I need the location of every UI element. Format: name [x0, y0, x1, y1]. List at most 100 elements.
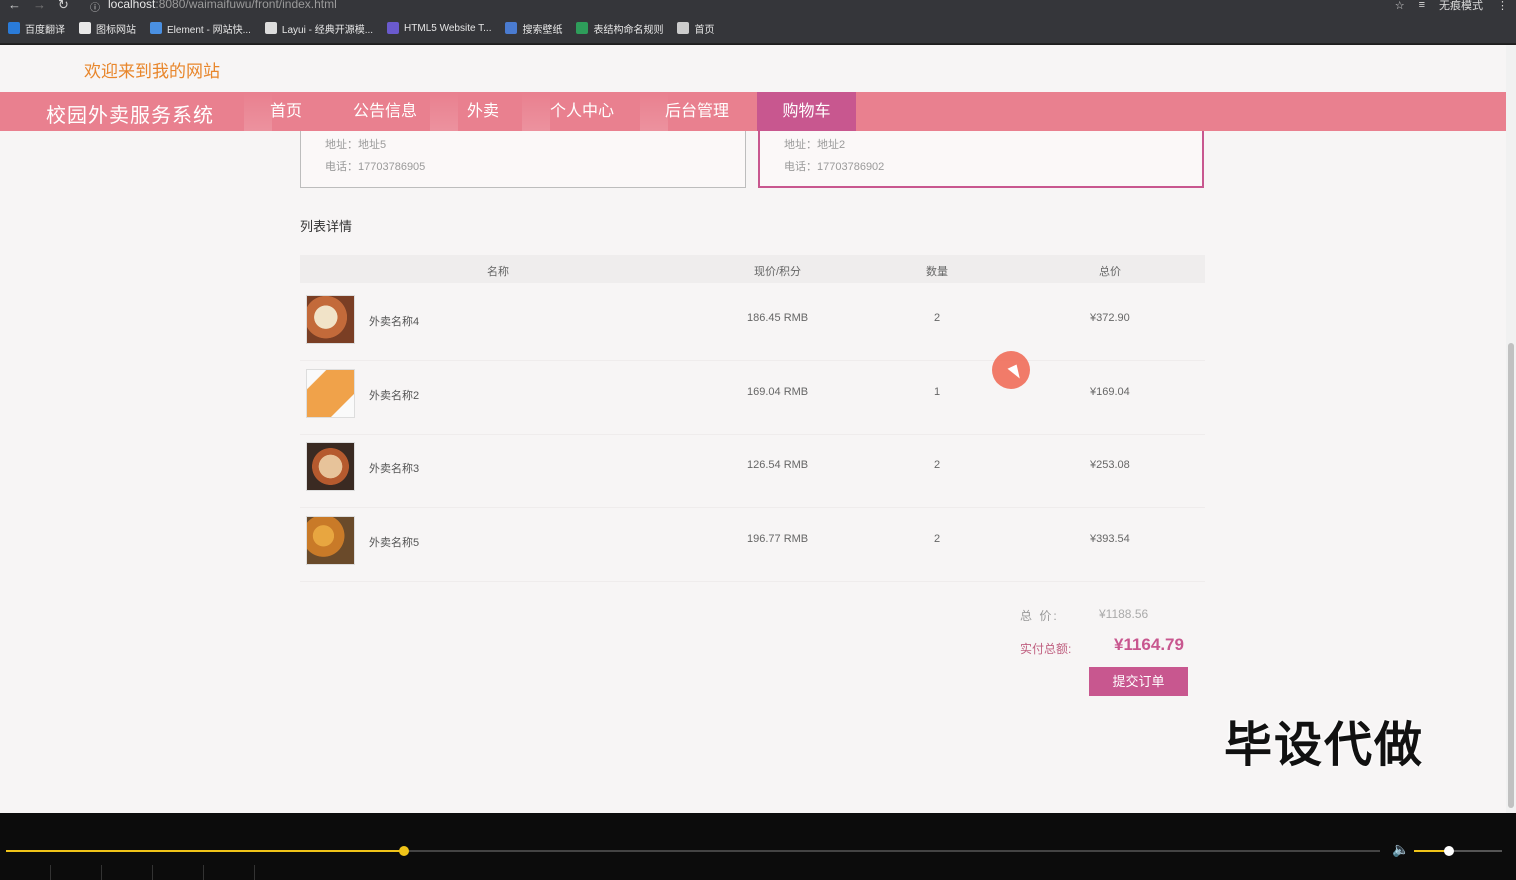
paid-label: 实付总额:	[1020, 642, 1072, 656]
table-row: 外卖名称2 169.04 RMB 1 ¥169.04	[300, 363, 1205, 435]
player-divider	[101, 865, 102, 880]
item-name: 外卖名称3	[369, 463, 420, 475]
food-thumbnail[interactable]	[306, 295, 355, 344]
nav-item-notices[interactable]: 公告信息	[340, 92, 430, 131]
item-total: ¥372.90	[1090, 312, 1130, 324]
address-field[interactable]: localhost:8080/waimaifuwu/front/index.ht…	[108, 0, 337, 11]
food-thumbnail[interactable]	[306, 515, 355, 565]
site-brand: 校园外卖服务系统	[46, 105, 214, 127]
bookmark-label: 图标网站	[96, 24, 136, 36]
item-name: 外卖名称5	[369, 536, 420, 549]
bookmark-item[interactable]: Element - 网站快...	[150, 21, 251, 36]
bookmark-label: HTML5 Website T...	[404, 22, 492, 34]
bookmark-icon	[387, 22, 400, 34]
player-divider	[254, 865, 255, 880]
player-divider	[50, 865, 51, 880]
bookmark-icon	[264, 22, 277, 34]
bookmark-label: 百度翻译	[25, 24, 65, 36]
incognito-label[interactable]: 无痕模式	[1439, 0, 1483, 13]
column-header-total: 总价	[1099, 266, 1121, 278]
bookmark-label: Layui - 经典开源模...	[281, 24, 374, 36]
reading-list-icon[interactable]: ≡	[1419, 0, 1425, 11]
bookmark-item[interactable]: Layui - 经典开源模...	[264, 21, 374, 36]
progress-fill	[6, 850, 405, 852]
total-value: ¥1188.56	[1099, 607, 1149, 621]
reload-icon[interactable]: ↻	[58, 0, 69, 13]
volume-icon[interactable]: 🔈	[1392, 841, 1409, 858]
video-player-bar: 🔈	[0, 813, 1516, 880]
submit-order-button[interactable]: 提交订单	[1089, 667, 1188, 696]
scrollbar-thumb[interactable]	[1508, 343, 1514, 808]
item-total: ¥393.54	[1090, 532, 1130, 545]
bookmark-icon	[505, 22, 518, 34]
nav-item-takeout[interactable]: 外卖	[455, 92, 511, 131]
player-divider	[152, 865, 153, 880]
column-header-qty: 数量	[926, 266, 948, 278]
item-price: 196.77 RMB	[747, 532, 809, 545]
info-icon[interactable]: ⓘ	[90, 0, 100, 14]
progress-knob[interactable]	[399, 846, 410, 856]
url-path: :8080/waimaifuwu/front/index.html	[155, 0, 337, 11]
phone-line: 电话：17703786905	[325, 161, 426, 173]
volume-track[interactable]	[1414, 850, 1502, 852]
page-viewport: 欢迎来到我的网站 校园外卖服务系统 首页 公告信息 外卖 个人中心 后台管理 购…	[0, 45, 1506, 813]
menu-icon[interactable]: ⋮	[1497, 0, 1508, 12]
nav-item-cart[interactable]: 购物车	[757, 92, 856, 131]
player-divider	[203, 865, 204, 880]
item-name: 外卖名称2	[369, 389, 420, 402]
address-line: 地址：地址5	[325, 139, 387, 151]
food-thumbnail[interactable]	[306, 368, 355, 418]
bookmark-item[interactable]: 搜索壁纸	[505, 21, 562, 36]
paid-value: ¥1164.79	[1114, 635, 1184, 654]
browser-url-bar: ← → ↻ ⓘ localhost:8080/waimaifuwu/front/…	[0, 0, 1516, 14]
item-price: 126.54 RMB	[747, 459, 809, 471]
bookmark-item[interactable]: 百度翻译	[8, 21, 65, 36]
item-name: 外卖名称4	[369, 316, 420, 328]
item-total: ¥253.08	[1090, 459, 1130, 471]
bookmark-item[interactable]: HTML5 Website T...	[387, 22, 491, 34]
bookmark-icon	[677, 22, 690, 34]
progress-track[interactable]	[6, 850, 1380, 852]
food-thumbnail[interactable]	[306, 442, 355, 491]
phone-line: 电话：17703786902	[784, 161, 885, 173]
item-qty: 2	[934, 459, 941, 471]
bookmark-label: 表结构命名规则	[593, 24, 664, 36]
column-header-price: 现价/积分	[754, 266, 802, 278]
item-qty: 2	[934, 532, 941, 545]
address-card[interactable]: 地址：地址5 电话：17703786905	[300, 131, 746, 188]
nav-item-admin[interactable]: 后台管理	[654, 92, 740, 131]
welcome-text: 欢迎来到我的网站	[84, 62, 220, 81]
item-price: 169.04 RMB	[747, 385, 809, 398]
item-total: ¥169.04	[1090, 385, 1130, 398]
watermark-text: 毕设代做	[1224, 719, 1425, 772]
bookmark-label: 首页	[694, 24, 715, 36]
bookmarks-bar: 百度翻译 图标网站 Element - 网站快... Layui - 经典开源模...…	[0, 13, 1516, 44]
bookmark-label: Element - 网站快...	[167, 24, 251, 36]
column-header-name: 名称	[487, 266, 509, 278]
item-qty: 2	[934, 312, 941, 324]
bookmark-item[interactable]: 图标网站	[79, 21, 136, 36]
nav-item-home[interactable]: 首页	[258, 92, 314, 131]
bookmark-item[interactable]: 表结构命名规则	[576, 21, 663, 36]
browser-actions: ☆ ≡ 无痕模式 ⋮	[1395, 0, 1508, 13]
forward-icon[interactable]: →	[33, 0, 46, 12]
back-icon[interactable]: ←	[8, 0, 21, 12]
nav-item-profile[interactable]: 个人中心	[540, 92, 624, 131]
address-line: 地址：地址2	[784, 139, 846, 151]
total-label: 总 价:	[1020, 609, 1059, 623]
main-navbar: 校园外卖服务系统 首页 公告信息 外卖 个人中心 后台管理 购物车	[0, 92, 1506, 131]
table-row: 外卖名称5 196.77 RMB 2 ¥393.54	[300, 510, 1205, 582]
list-title: 列表详情	[300, 219, 353, 234]
item-price: 186.45 RMB	[747, 312, 809, 324]
bookmark-icon	[8, 22, 20, 34]
bookmark-icon	[150, 22, 162, 34]
volume-knob[interactable]	[1444, 846, 1455, 856]
bookmark-item[interactable]: 首页	[677, 21, 714, 36]
url-host: localhost	[108, 0, 156, 11]
table-row: 外卖名称4 186.45 RMB 2 ¥372.90	[300, 289, 1205, 361]
address-card-selected[interactable]: 地址：地址2 电话：17703786902	[758, 131, 1204, 188]
star-icon[interactable]: ☆	[1395, 0, 1405, 12]
table-row: 外卖名称3 126.54 RMB 2 ¥253.08	[300, 436, 1205, 508]
page-scrollbar[interactable]	[1506, 45, 1516, 813]
bookmark-icon	[79, 22, 91, 34]
